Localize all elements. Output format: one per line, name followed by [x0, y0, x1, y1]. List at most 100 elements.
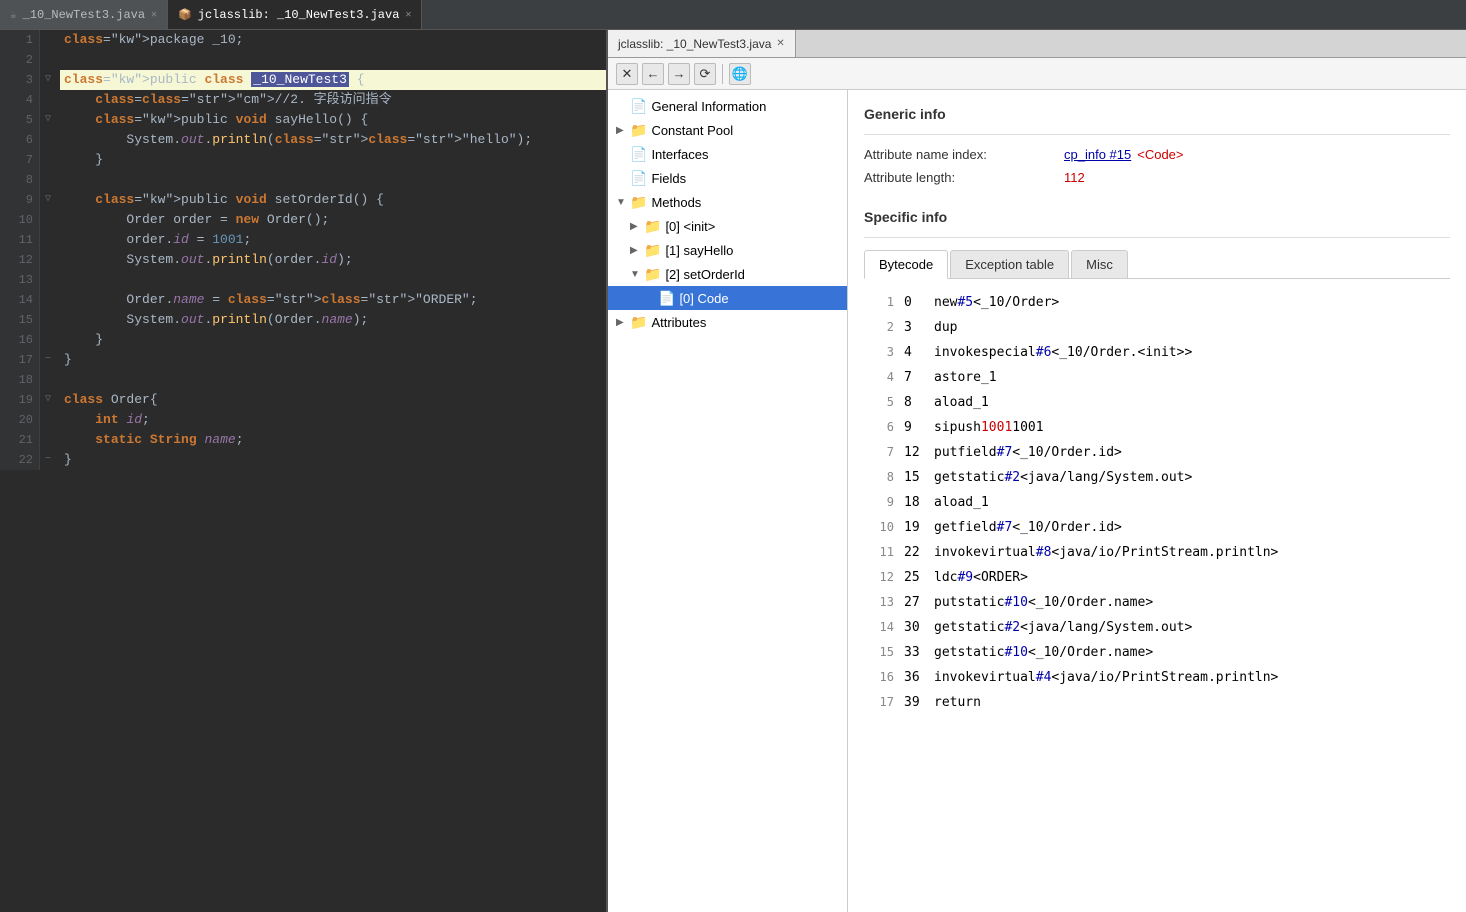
bc-instruction: invokevirtual	[934, 542, 1036, 564]
code-line: System.out.println(order.id);	[60, 250, 606, 270]
bc-instruction: getfield	[934, 517, 997, 539]
attribute-name-link[interactable]: cp_info #15	[1064, 147, 1131, 162]
fold-button[interactable]: −	[40, 450, 56, 470]
jclasslib-tab-close[interactable]: ✕	[405, 9, 411, 21]
tree-item-methods[interactable]: ▼📁Methods	[608, 190, 847, 214]
bc-ref[interactable]: #10	[1004, 642, 1027, 664]
detail-tab-bytecode[interactable]: Bytecode	[864, 250, 948, 279]
code-line	[60, 50, 606, 70]
fold-button[interactable]: ▽	[40, 390, 56, 410]
line-number: 5	[0, 110, 33, 130]
tree-folder-icon: 📄	[630, 146, 647, 163]
bc-ref[interactable]: #8	[1036, 542, 1052, 564]
bc-comment: <_10/Order.id>	[1012, 442, 1122, 464]
line-number: 10	[0, 210, 33, 230]
fold-button[interactable]: ▽	[40, 110, 56, 130]
bc-ref[interactable]: #9	[957, 567, 973, 589]
code-line: System.out.println(class="str">class="st…	[60, 130, 606, 150]
code-line	[60, 370, 606, 390]
line-number: 20	[0, 410, 33, 430]
bc-instruction: putstatic	[934, 592, 1004, 614]
bc-ref[interactable]: #4	[1036, 667, 1052, 689]
attribute-name-value: <Code>	[1137, 147, 1183, 162]
bc-number-value: 1001	[981, 417, 1012, 439]
line-number: 11	[0, 230, 33, 250]
attribute-name-label: Attribute name index:	[864, 147, 1064, 162]
line-number: 14	[0, 290, 33, 310]
line-number: 13	[0, 270, 33, 290]
bc-line-number: 13	[864, 591, 894, 613]
bc-offset: 27	[904, 592, 934, 614]
forward-button[interactable]: →	[668, 63, 690, 85]
back-button[interactable]: ←	[642, 63, 664, 85]
bc-offset: 8	[904, 392, 934, 414]
fold-button	[40, 50, 56, 70]
bc-instruction: getstatic	[934, 642, 1004, 664]
bc-ref[interactable]: #2	[1004, 617, 1020, 639]
fold-button[interactable]: −	[40, 350, 56, 370]
bc-ref[interactable]: #2	[1004, 467, 1020, 489]
jc-tab-close[interactable]: ✕	[776, 38, 784, 49]
bytecode-row: 58 aload_1	[864, 391, 1450, 414]
tree-arrow-icon: ▼	[616, 197, 630, 208]
bc-ref[interactable]: #10	[1004, 592, 1027, 614]
bytecode-row: 918 aload_1	[864, 491, 1450, 514]
line-number: 1	[0, 30, 33, 50]
code-line	[60, 270, 606, 290]
bc-line-number: 1	[864, 291, 894, 313]
bc-ref[interactable]: #7	[997, 517, 1013, 539]
tree-item-method-setOrderId[interactable]: ▼📁[2] setOrderId	[608, 262, 847, 286]
tree-arrow-icon: ▶	[630, 245, 644, 256]
bc-line-number: 8	[864, 466, 894, 488]
fold-button[interactable]: ▽	[40, 70, 56, 90]
tree-item-method-init[interactable]: ▶📁[0] <init>	[608, 214, 847, 238]
tree-item-label: Attributes	[651, 315, 706, 330]
detail-tab-exception-table[interactable]: Exception table	[950, 250, 1069, 278]
tree-item-general-info[interactable]: 📄General Information	[608, 94, 847, 118]
detail-tabs: BytecodeException tableMisc	[864, 250, 1450, 279]
editor-pane[interactable]: 12345678910111213141516171819202122 ▽▽▽−…	[0, 30, 608, 912]
fold-button	[40, 170, 56, 190]
close-button[interactable]: ✕	[616, 63, 638, 85]
line-number: 15	[0, 310, 33, 330]
java-file-icon: ☕	[10, 8, 17, 22]
bc-offset: 19	[904, 517, 934, 539]
line-number: 7	[0, 150, 33, 170]
detail-tab-misc[interactable]: Misc	[1071, 250, 1128, 278]
jc-tree[interactable]: 📄General Information▶📁Constant Pool📄Inte…	[608, 90, 848, 912]
tree-item-interfaces[interactable]: 📄Interfaces	[608, 142, 847, 166]
bc-ref[interactable]: #6	[1036, 342, 1052, 364]
jc-tab-active[interactable]: jclasslib: _10_NewTest3.java ✕	[608, 30, 796, 57]
tree-item-label: [0] Code	[679, 291, 728, 306]
attribute-length-row: Attribute length: 112	[864, 170, 1450, 185]
refresh-button[interactable]: ⟳	[694, 63, 716, 85]
tree-item-fields[interactable]: 📄Fields	[608, 166, 847, 190]
bc-offset: 3	[904, 317, 934, 339]
bc-line-number: 7	[864, 441, 894, 463]
bc-comment: <_10/Order.<init>>	[1051, 342, 1192, 364]
jc-file-icon: 📦	[178, 8, 192, 22]
browser-button[interactable]: 🌐	[729, 63, 751, 85]
bc-comment: <java/lang/System.out>	[1020, 617, 1192, 639]
bc-line-number: 11	[864, 541, 894, 563]
tree-item-label: Constant Pool	[651, 123, 733, 138]
fold-button[interactable]: ▽	[40, 190, 56, 210]
tree-item-method-sayHello[interactable]: ▶📁[1] sayHello	[608, 238, 847, 262]
bc-line-number: 4	[864, 366, 894, 388]
bc-line-number: 15	[864, 641, 894, 663]
tree-item-code-node[interactable]: 📄[0] Code	[608, 286, 847, 310]
fold-button	[40, 430, 56, 450]
jclasslib-tab[interactable]: 📦 jclasslib: _10_NewTest3.java ✕	[168, 0, 422, 29]
tree-item-attributes[interactable]: ▶📁Attributes	[608, 310, 847, 334]
editor-tab-close[interactable]: ✕	[151, 9, 157, 21]
editor-tab[interactable]: ☕ _10_NewTest3.java ✕	[0, 0, 168, 29]
line-number: 18	[0, 370, 33, 390]
tree-item-constant-pool[interactable]: ▶📁Constant Pool	[608, 118, 847, 142]
jc-tab-bar: jclasslib: _10_NewTest3.java ✕	[608, 30, 1466, 58]
tree-folder-icon: 📄	[630, 170, 647, 187]
bc-instruction: putfield	[934, 442, 997, 464]
bc-ref[interactable]: #5	[957, 292, 973, 314]
bc-ref[interactable]: #7	[997, 442, 1013, 464]
line-number: 22	[0, 450, 33, 470]
bc-comment: <ORDER>	[973, 567, 1028, 589]
